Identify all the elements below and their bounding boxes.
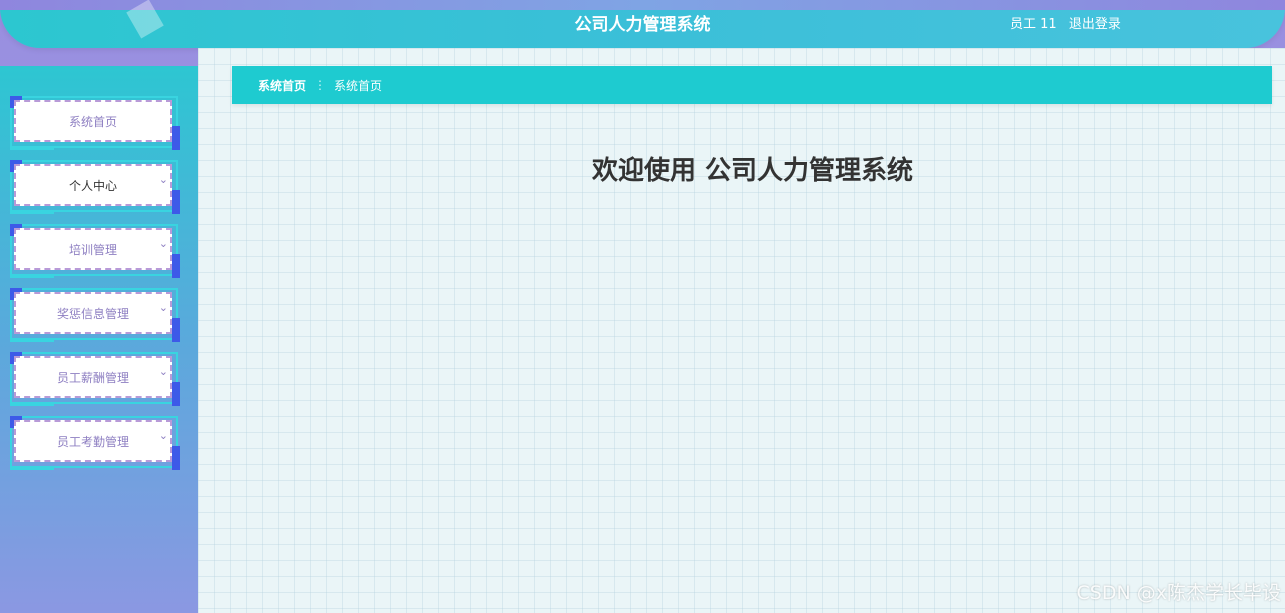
menu-underline	[10, 468, 54, 470]
breadcrumb: 系统首页 ⋮ 系统首页	[232, 66, 1272, 104]
sidebar-item-attendance[interactable]: 员工考勤管理 ⌄	[10, 416, 180, 472]
logout-link[interactable]: 退出登录	[1069, 17, 1121, 32]
breadcrumb-separator: ⋮	[314, 78, 327, 92]
sidebar: 系统首页 个人中心 ⌄ 培训管理 ⌄ 奖惩信息管理 ⌄ 员工薪酬管理 ⌄ 员工考…	[0, 66, 198, 613]
menu-underline	[10, 404, 54, 406]
menu-corner	[172, 254, 180, 278]
menu-underline	[10, 148, 54, 150]
chevron-down-icon: ⌄	[158, 237, 168, 250]
sidebar-item-personal-center[interactable]: 个人中心 ⌄	[10, 160, 180, 216]
welcome-heading: 欢迎使用 公司人力管理系统	[591, 156, 914, 186]
menu-corner	[172, 190, 180, 214]
sidebar-item-home[interactable]: 系统首页	[10, 96, 180, 152]
sidebar-item-label[interactable]: 员工考勤管理	[14, 420, 172, 462]
watermark: CSDN @x陈杰学长毕设	[1076, 582, 1281, 604]
chevron-down-icon: ⌄	[158, 365, 168, 378]
user-label: 员工 11	[1010, 17, 1057, 32]
sidebar-item-label[interactable]: 员工薪酬管理	[14, 356, 172, 398]
user-area: 员工 11 退出登录	[1010, 13, 1129, 32]
menu-corner	[172, 446, 180, 470]
menu-corner	[172, 382, 180, 406]
breadcrumb-home-link[interactable]: 系统首页	[258, 77, 306, 94]
sidebar-item-rewards[interactable]: 奖惩信息管理 ⌄	[10, 288, 180, 344]
menu-corner	[172, 318, 180, 342]
top-header: 公司人力管理系统 员工 11 退出登录	[0, 0, 1285, 48]
main-content: 系统首页 ⋮ 系统首页 欢迎使用 公司人力管理系统	[198, 48, 1285, 613]
sidebar-item-label[interactable]: 个人中心	[14, 164, 172, 206]
breadcrumb-current: 系统首页	[334, 78, 383, 93]
chevron-down-icon: ⌄	[158, 429, 168, 442]
header-top-stripe	[0, 0, 1285, 10]
sidebar-item-training[interactable]: 培训管理 ⌄	[10, 224, 180, 280]
sidebar-item-label[interactable]: 奖惩信息管理	[14, 292, 172, 334]
chevron-down-icon: ⌄	[158, 173, 168, 186]
menu-underline	[10, 276, 54, 278]
sidebar-item-label[interactable]: 培训管理	[14, 228, 172, 270]
sidebar-item-salary[interactable]: 员工薪酬管理 ⌄	[10, 352, 180, 408]
menu-underline	[10, 340, 54, 342]
sidebar-item-label[interactable]: 系统首页	[14, 100, 172, 142]
menu-underline	[10, 212, 54, 214]
menu-corner	[172, 126, 180, 150]
chevron-down-icon: ⌄	[158, 301, 168, 314]
